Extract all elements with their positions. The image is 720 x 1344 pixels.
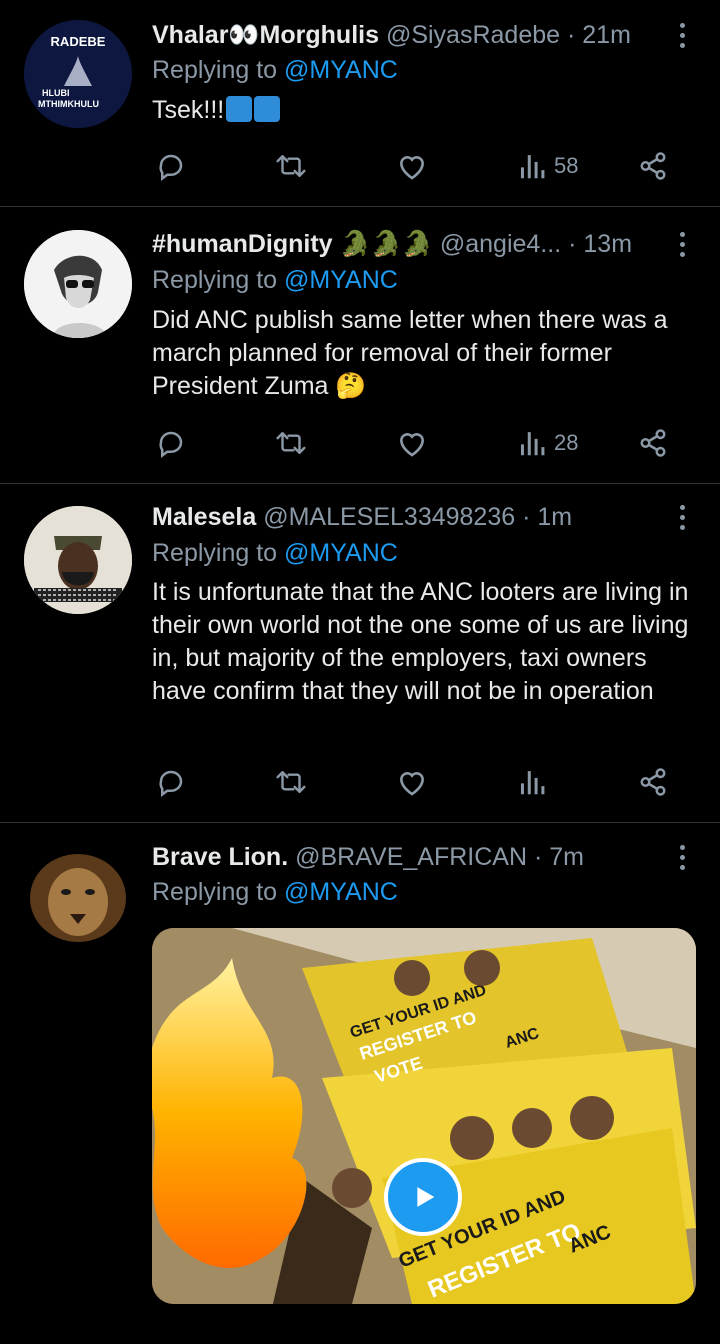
reply-icon	[159, 770, 183, 797]
retweet-button[interactable]	[274, 146, 308, 186]
avatar-text: RADEBE	[51, 34, 106, 49]
retweet-button[interactable]	[274, 762, 308, 802]
tweet-text-content: Tsek!!!	[152, 96, 225, 124]
tweet[interactable]: RADEBE HLUBI MTHIMKHULU Vhalar👀Morghulis…	[0, 0, 720, 207]
avatar[interactable]	[24, 842, 132, 950]
tweet-text: Did ANC publish same letter when there w…	[152, 306, 668, 400]
replying-prefix: Replying to	[152, 56, 278, 84]
replying-to: Replying to @MYANC	[152, 53, 398, 87]
replying-to: Replying to @MYANC	[152, 875, 398, 909]
views-icon	[520, 771, 545, 795]
like-button[interactable]	[396, 146, 428, 186]
replying-prefix: Replying to	[152, 539, 278, 567]
reply-button[interactable]	[156, 762, 186, 802]
tweet[interactable]: Malesela @MALESEL33498236 · 1m Replying …	[0, 483, 720, 823]
tweet-actions: 58	[152, 146, 682, 186]
like-button[interactable]	[396, 423, 428, 463]
reply-button[interactable]	[156, 146, 186, 186]
mention-link[interactable]: @MYANC	[284, 56, 398, 84]
user-handle[interactable]: @angie4...	[440, 230, 561, 258]
display-name[interactable]: #humanDignity 🐊🐊🐊	[152, 230, 433, 258]
replying-prefix: Replying to	[152, 266, 278, 294]
like-icon	[399, 772, 425, 796]
avatar[interactable]: RADEBE HLUBI MTHIMKHULU	[24, 20, 132, 128]
restroom-emoji-icon	[254, 96, 281, 122]
replying-prefix: Replying to	[152, 878, 278, 906]
display-name[interactable]: Malesela	[152, 503, 256, 531]
separator: ·	[568, 230, 577, 258]
tweet-actions: 28	[152, 423, 682, 463]
views-count: 28	[554, 430, 579, 455]
avatar-text: MTHIMKHULU	[38, 99, 99, 109]
timestamp[interactable]: 1m	[537, 503, 572, 531]
retweet-icon	[276, 771, 306, 793]
avatar[interactable]	[24, 506, 132, 614]
tweet-header: #humanDignity 🐊🐊🐊 @angie4... · 13m	[152, 227, 660, 261]
play-button[interactable]	[384, 1158, 462, 1236]
replying-to: Replying to @MYANC	[152, 263, 398, 297]
timestamp[interactable]: 21m	[582, 21, 631, 49]
separator: ·	[533, 843, 543, 871]
tweet-header: Malesela @MALESEL33498236 · 1m	[152, 500, 660, 534]
tweet-text: It is unfortunate that the ANC looters a…	[152, 578, 689, 705]
share-icon	[640, 768, 666, 796]
replying-to: Replying to @MYANC	[152, 536, 398, 570]
share-button[interactable]	[638, 146, 668, 186]
views-button[interactable]: 58	[518, 146, 578, 186]
mention-link[interactable]: @MYANC	[284, 266, 398, 294]
user-handle[interactable]: @BRAVE_AFRICAN	[295, 843, 527, 871]
video-media[interactable]: GET YOUR ID AND REGISTER TO VOTE ANC GET…	[152, 928, 696, 1304]
retweet-icon	[276, 432, 306, 454]
tweet-header: Brave Lion. @BRAVE_AFRICAN · 7m	[152, 840, 660, 874]
user-handle[interactable]: @MALESEL33498236	[263, 503, 515, 531]
reply-button[interactable]	[156, 423, 186, 463]
retweet-icon	[276, 155, 306, 177]
user-handle[interactable]: @SiyasRadebe	[386, 21, 560, 49]
views-icon	[520, 155, 545, 179]
share-button[interactable]	[638, 762, 668, 802]
play-icon	[417, 1187, 435, 1207]
mention-link[interactable]: @MYANC	[284, 539, 398, 567]
mention-link[interactable]: @MYANC	[284, 878, 398, 906]
views-count: 58	[554, 153, 579, 178]
avatar-text: HLUBI	[42, 88, 70, 98]
reply-icon	[159, 154, 183, 181]
tweet-actions	[152, 762, 682, 802]
share-icon	[640, 429, 666, 457]
views-icon	[520, 432, 545, 456]
views-button[interactable]	[518, 762, 554, 802]
share-button[interactable]	[638, 423, 668, 463]
like-button[interactable]	[396, 762, 428, 802]
tweet-text: Tsek!!!	[152, 94, 694, 127]
more-icon[interactable]	[672, 227, 692, 261]
display-name[interactable]: Brave Lion.	[152, 843, 288, 871]
restroom-emoji-icon	[226, 96, 253, 122]
timestamp[interactable]: 7m	[549, 843, 584, 871]
more-icon[interactable]	[672, 500, 692, 534]
share-icon	[640, 152, 666, 180]
separator: ·	[522, 503, 531, 531]
more-icon[interactable]	[672, 18, 692, 52]
reply-icon	[159, 431, 183, 458]
display-name[interactable]: Vhalar👀Morghulis	[152, 21, 379, 49]
separator: ·	[567, 21, 576, 49]
timestamp[interactable]: 13m	[583, 230, 632, 258]
more-icon[interactable]	[672, 840, 692, 874]
tweet[interactable]: #humanDignity 🐊🐊🐊 @angie4... · 13m Reply…	[0, 206, 720, 484]
retweet-button[interactable]	[274, 423, 308, 463]
like-icon	[399, 156, 425, 180]
tweet-header: Vhalar👀Morghulis @SiyasRadebe · 21m	[152, 18, 660, 52]
views-button[interactable]: 28	[518, 423, 578, 463]
like-icon	[399, 433, 425, 457]
avatar[interactable]	[24, 230, 132, 338]
